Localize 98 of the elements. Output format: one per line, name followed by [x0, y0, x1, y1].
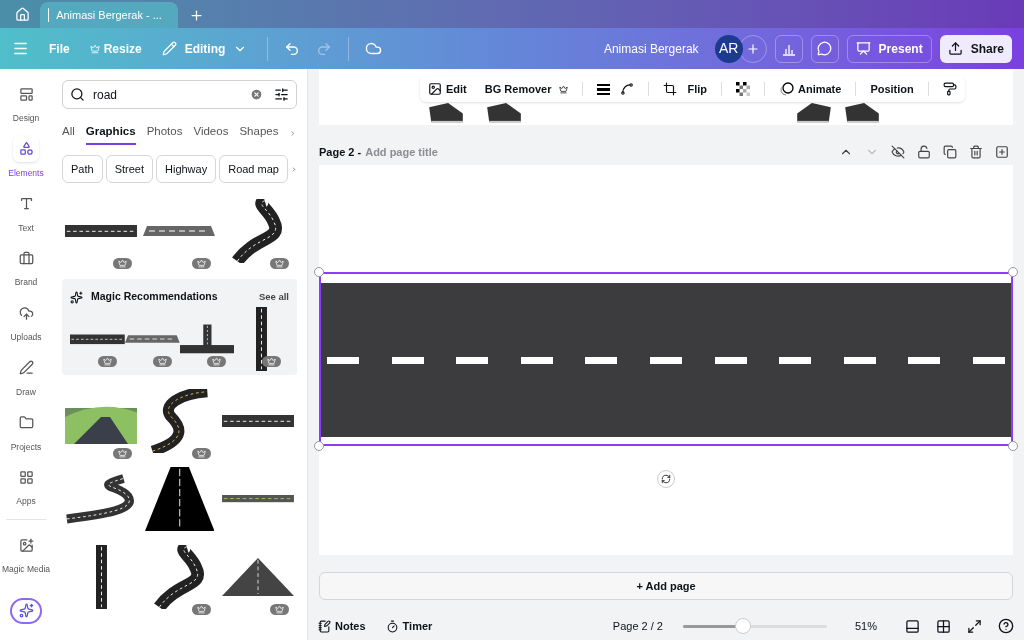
paint-roller-icon[interactable]: [942, 82, 957, 96]
suggestion-chip[interactable]: Path: [62, 155, 103, 183]
filter-tab[interactable]: Graphics: [85, 121, 136, 145]
sidebar-item[interactable]: Uploads: [10, 300, 42, 344]
sidebar-item[interactable]: Magic Media: [1, 532, 51, 576]
hide-icon[interactable]: [891, 145, 905, 159]
plus-icon: [745, 41, 760, 56]
filter-tab[interactable]: Photos: [146, 121, 183, 145]
zoom-slider[interactable]: [682, 618, 827, 634]
present-button[interactable]: Present: [846, 34, 932, 63]
text-icon: [18, 196, 34, 211]
suggestion-chip[interactable]: Road map: [219, 155, 288, 183]
road-drawing: [144, 467, 215, 531]
transparency-icon[interactable]: [736, 82, 750, 96]
sidebar-item[interactable]: Projects: [10, 409, 42, 454]
tab-title: Animasi Bergerak - ...: [56, 7, 162, 23]
sparkle-icon: [70, 290, 83, 304]
shoe-drawing: [487, 103, 521, 123]
share-icon: [947, 41, 963, 56]
resize-handle[interactable]: [1008, 441, 1018, 451]
animate-icon: [779, 82, 794, 96]
border-weight-icon[interactable]: [597, 83, 611, 95]
notes-button[interactable]: Notes: [318, 617, 366, 635]
road-drawing: [152, 545, 207, 609]
grid-icon: [18, 469, 34, 485]
page-label: Page 2 -: [319, 144, 362, 160]
rotate-icon: [661, 474, 671, 484]
insights-button[interactable]: [774, 34, 803, 63]
animate-button[interactable]: Animate: [779, 80, 842, 98]
timer-icon: [385, 619, 399, 633]
sparkle-icon: [18, 603, 34, 619]
panel-title: Magic Recommendations: [91, 289, 219, 305]
search-field[interactable]: road: [62, 80, 297, 109]
comment-button[interactable]: [810, 34, 839, 63]
document-title[interactable]: Animasi Bergerak: [603, 39, 699, 58]
folder-icon: [18, 415, 34, 430]
presentation-icon: [855, 41, 871, 56]
bg-remover-button[interactable]: BG Remover: [484, 80, 569, 98]
resize-handle[interactable]: [314, 267, 324, 277]
briefcase-icon: [18, 250, 34, 266]
delete-icon[interactable]: [969, 145, 983, 159]
filter-tab[interactable]: Shapes: [239, 121, 279, 145]
filter-tab[interactable]: All: [62, 121, 75, 145]
road-drawing: [70, 332, 125, 346]
magic-assistant-button[interactable]: [10, 597, 42, 624]
sidebar-item[interactable]: Brand: [13, 245, 39, 289]
fullscreen-icon[interactable]: [967, 618, 982, 634]
image-icon: [428, 82, 442, 96]
crown-icon: [559, 84, 569, 94]
zoom-percent[interactable]: 51%: [854, 617, 877, 635]
user-avatar[interactable]: AR: [714, 34, 743, 63]
layout-icon: [18, 86, 34, 102]
share-button[interactable]: Share: [939, 34, 1012, 63]
pencil-icon: [161, 41, 177, 56]
shoe-drawing: [845, 103, 879, 123]
notes-icon: [318, 619, 331, 633]
filter-icon[interactable]: [274, 87, 289, 102]
road-drawing: [95, 545, 107, 609]
suggestion-chip[interactable]: Highway: [156, 155, 217, 183]
resize-handle[interactable]: [314, 441, 324, 451]
add-page-button[interactable]: + Add page: [319, 572, 1013, 600]
shoe-drawing: [797, 103, 831, 123]
pen-icon: [18, 360, 34, 376]
crop-icon: [663, 82, 678, 96]
resize-handle[interactable]: [1008, 267, 1018, 277]
rotate-handle[interactable]: [657, 470, 675, 488]
position-button[interactable]: Position: [870, 80, 914, 98]
sidebar-item[interactable]: Text: [13, 190, 39, 235]
help-icon[interactable]: [998, 618, 1014, 634]
cloud-icon[interactable]: [365, 40, 383, 57]
cloud-upload-icon: [18, 305, 34, 321]
flip-button[interactable]: Flip: [663, 80, 707, 98]
curve-icon[interactable]: [620, 82, 635, 96]
unlock-icon[interactable]: [917, 145, 931, 159]
comment-icon: [817, 41, 833, 56]
page-indicator[interactable]: Page 2 / 2: [612, 617, 663, 635]
grid-view-icon[interactable]: [936, 618, 951, 634]
clear-icon[interactable]: [250, 88, 263, 101]
undo-icon[interactable]: [284, 40, 301, 57]
layout-icon[interactable]: [905, 618, 920, 634]
duplicate-icon[interactable]: [943, 145, 957, 159]
crown-icon: [89, 43, 100, 54]
sidebar-item[interactable]: Design: [12, 81, 40, 125]
shoe-drawing: [429, 103, 463, 123]
add-icon[interactable]: [995, 145, 1009, 159]
shapes-icon: [18, 141, 34, 157]
road-drawing: [256, 307, 268, 371]
sidebar-item[interactable]: Elements: [8, 135, 44, 180]
suggestion-chip[interactable]: Street: [105, 155, 153, 183]
image-sparkle-icon: [18, 537, 34, 553]
search-icon: [70, 87, 85, 102]
sidebar-item[interactable]: Draw: [13, 354, 39, 399]
sidebar-item[interactable]: Apps: [13, 464, 39, 508]
page-title-field[interactable]: Add page title: [365, 143, 466, 161]
edit-button[interactable]: Edit: [428, 80, 467, 98]
see-all-link[interactable]: See all: [258, 289, 289, 305]
filter-tab[interactable]: Videos: [193, 121, 229, 145]
timer-button[interactable]: Timer: [385, 617, 433, 635]
